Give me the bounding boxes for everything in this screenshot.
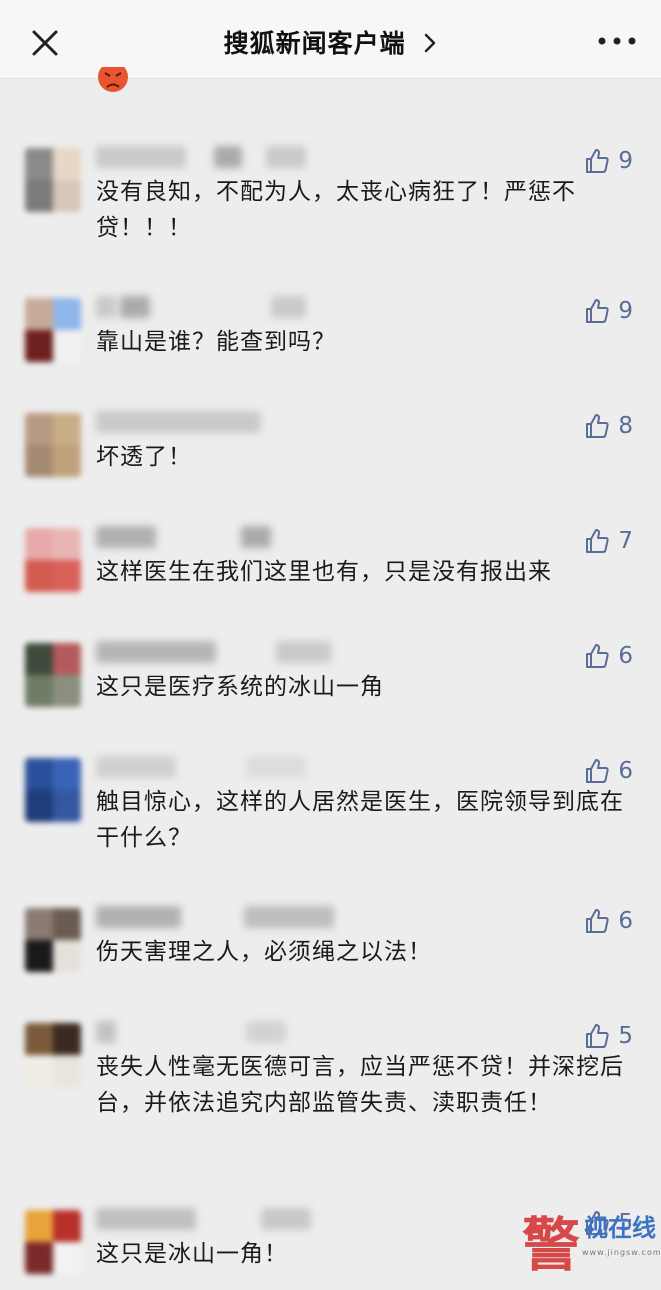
comment-text: 伤天害理之人，必须绳之以法！	[96, 939, 432, 965]
username-blurred[interactable]	[96, 524, 326, 550]
watermark-url: www.jingsw.com	[582, 1248, 661, 1257]
username-blurred[interactable]	[96, 904, 334, 930]
page-title[interactable]: 搜狐新闻客户端	[0, 24, 661, 60]
like-button[interactable]: 7	[584, 526, 633, 556]
like-count: 9	[618, 148, 633, 174]
thumbs-up-icon	[586, 299, 609, 323]
like-count: 6	[618, 643, 633, 669]
like-count: 8	[618, 413, 633, 439]
chevron-right-icon	[423, 31, 437, 60]
avatar[interactable]	[25, 1210, 81, 1274]
more-button[interactable]	[595, 26, 639, 56]
comment-text: 坏透了！	[96, 444, 192, 470]
thumbs-up-icon	[586, 644, 609, 668]
like-count: 6	[618, 908, 633, 934]
like-button[interactable]: 9	[584, 146, 633, 176]
like-count: 6	[618, 758, 633, 784]
thumbs-up-icon	[586, 909, 609, 933]
username-blurred[interactable]	[96, 409, 326, 435]
thumbs-up-icon	[586, 1024, 609, 1048]
angry-emoji-icon	[97, 62, 129, 95]
avatar[interactable]	[25, 908, 81, 972]
comment-text: 靠山是谁？能查到吗？	[96, 329, 336, 355]
like-count: 5	[618, 1023, 633, 1049]
watermark-char: 警	[522, 1211, 581, 1279]
username-blurred[interactable]	[96, 1206, 326, 1232]
thumbs-up-icon	[586, 759, 609, 783]
username-blurred[interactable]	[96, 294, 326, 320]
username-blurred[interactable]	[96, 754, 326, 780]
page-title-text: 搜狐新闻客户端	[223, 29, 406, 58]
like-button[interactable]: 6	[584, 756, 633, 786]
like-count: 9	[618, 298, 633, 324]
watermark-text: 视在线	[584, 1214, 656, 1242]
watermark-logo: 警 视在线 www.jingsw.com	[522, 1198, 661, 1286]
username-blurred[interactable]	[96, 639, 331, 665]
thumbs-up-icon	[586, 414, 609, 438]
like-button[interactable]: 6	[584, 641, 633, 671]
avatar[interactable]	[25, 148, 81, 212]
thumbs-up-icon	[586, 529, 609, 553]
like-button[interactable]: 6	[584, 906, 633, 936]
like-count: 7	[618, 528, 633, 554]
like-button[interactable]: 9	[584, 296, 633, 326]
thumbs-up-icon	[586, 149, 609, 173]
comment-text: 这只是医疗系统的冰山一角	[96, 674, 384, 700]
like-button[interactable]: 5	[584, 1021, 633, 1051]
avatar[interactable]	[25, 298, 81, 362]
avatar[interactable]	[25, 528, 81, 592]
like-button[interactable]: 8	[584, 411, 633, 441]
avatar[interactable]	[25, 1023, 81, 1087]
more-dots-icon	[598, 37, 636, 45]
avatar[interactable]	[25, 413, 81, 477]
username-blurred[interactable]	[96, 144, 326, 170]
comment-text: 丧失人性毫无医德可言，应当严惩不贷！并深挖后台，并依法追究内部监管失责、渎职责任…	[96, 1054, 624, 1116]
username-blurred[interactable]	[96, 1019, 326, 1045]
avatar[interactable]	[25, 758, 81, 822]
comment-text: 触目惊心，这样的人居然是医生，医院领导到底在干什么？	[96, 789, 624, 851]
avatar[interactable]	[25, 643, 81, 707]
comment-text: 这样医生在我们这里也有，只是没有报出来	[96, 559, 552, 585]
comment-text: 没有良知，不配为人，太丧心病狂了！严惩不贷！！！	[96, 179, 576, 241]
